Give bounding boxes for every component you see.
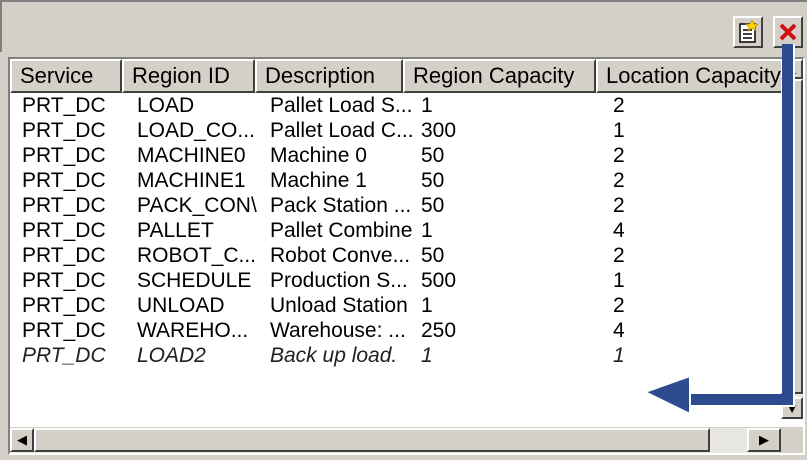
table-cell: 250 — [421, 319, 457, 342]
table-cell: PRT_DC — [22, 294, 106, 317]
new-document-icon — [739, 20, 759, 43]
table-cell: 500 — [421, 269, 457, 292]
column-header-region-capacity[interactable]: Region Capacity — [403, 59, 596, 93]
table-cell: MACHINE0 — [137, 144, 246, 167]
table-cell: Pallet Combine — [270, 219, 413, 242]
table-row[interactable]: PRT_DC PALLET Pallet Combine 1 4 — [10, 218, 790, 243]
table-cell: Robot Conve... — [270, 244, 411, 267]
table-cell: Back up load. — [270, 344, 398, 367]
table-cell: PRT_DC — [22, 344, 106, 367]
table-row[interactable]: PRT_DC ROBOT_C... Robot Conve... 50 2 — [10, 243, 790, 268]
table-cell: Machine 1 — [270, 169, 367, 192]
table-cell: 1 — [421, 219, 433, 242]
table-cell: Pallet Load S... — [270, 94, 413, 117]
table-cell: Unload Station — [270, 294, 408, 317]
scroll-up-button[interactable]: ▲ — [781, 59, 803, 79]
table-row[interactable]: PRT_DC LOAD Pallet Load S... 1 2 — [10, 93, 790, 118]
toolbar — [0, 0, 807, 52]
table-cell: PRT_DC — [22, 169, 106, 192]
table-cell: 4 — [613, 319, 625, 342]
table-cell: 1 — [613, 269, 625, 292]
table-row[interactable]: PRT_DC UNLOAD Unload Station 1 2 — [10, 293, 790, 318]
column-header-location-capacity[interactable]: Location Capacity — [596, 59, 803, 93]
column-header-service[interactable]: Service — [10, 59, 122, 93]
table-row[interactable]: PRT_DC WAREHO... Warehouse: ... 250 4 — [10, 318, 790, 343]
column-header-region-id[interactable]: Region ID — [122, 59, 255, 93]
scroll-right-arrow-icon: ▶ — [759, 432, 769, 447]
table-cell: Production S... — [270, 269, 408, 292]
scroll-left-button[interactable]: ◀ — [10, 428, 34, 452]
table-cell: ROBOT_C... — [137, 244, 257, 267]
table-cell: Warehouse: ... — [270, 319, 406, 342]
table-row[interactable]: PRT_DC PACK_CON\ Pack Station ... 50 2 — [10, 193, 790, 218]
table-cell: Pallet Load C... — [270, 119, 414, 142]
scroll-down-button[interactable]: ▼ — [781, 397, 803, 419]
table-cell: PRT_DC — [22, 94, 106, 117]
table-cell: 50 — [421, 144, 445, 167]
delete-x-icon — [779, 23, 797, 41]
table-cell: MACHINE1 — [137, 169, 246, 192]
table-header: Service Region ID Description Region Cap… — [10, 59, 803, 93]
table-cell: 1 — [613, 344, 625, 367]
table-cell: 2 — [613, 169, 625, 192]
table-cell: 50 — [421, 244, 445, 267]
table-cell: 2 — [613, 94, 625, 117]
table-row[interactable]: PRT_DC MACHINE0 Machine 0 50 2 — [10, 143, 790, 168]
table-cell: LOAD_CO... — [137, 119, 255, 142]
pending-table-row[interactable]: PRT_DC LOAD2 Back up load. 1 1 — [10, 343, 790, 368]
table-cell: 50 — [421, 194, 445, 217]
table-cell: 1 — [421, 344, 433, 367]
table-row[interactable]: PRT_DC LOAD_CO... Pallet Load C... 300 1 — [10, 118, 790, 143]
table-row[interactable]: PRT_DC MACHINE1 Machine 1 50 2 — [10, 168, 790, 193]
table-cell: PRT_DC — [22, 269, 106, 292]
table-cell: PRT_DC — [22, 219, 106, 242]
table-cell: PALLET — [137, 219, 214, 242]
horizontal-scroll-thumb[interactable] — [34, 428, 710, 452]
scroll-right-button[interactable]: ▶ — [747, 428, 781, 452]
table-cell: 1 — [613, 119, 625, 142]
table-cell: PRT_DC — [22, 244, 106, 267]
table-cell: 1 — [421, 94, 433, 117]
horizontal-scrollbar[interactable]: ◀ ▶ — [10, 427, 781, 453]
table-cell: 1 — [421, 294, 433, 317]
scroll-up-arrow-icon: ▲ — [785, 61, 799, 77]
table-cell: 300 — [421, 119, 457, 142]
region-list-panel: Service Region ID Description Region Cap… — [0, 0, 807, 460]
table-cell: Machine 0 — [270, 144, 367, 167]
scroll-down-arrow-icon: ▼ — [785, 400, 799, 416]
table-cell: 4 — [613, 219, 625, 242]
vertical-scroll-thumb[interactable] — [781, 79, 803, 394]
table-cell: PRT_DC — [22, 144, 106, 167]
table-cell: UNLOAD — [137, 294, 225, 317]
table-cell: WAREHO... — [137, 319, 249, 342]
table-cell: 50 — [421, 169, 445, 192]
table-cell: 2 — [613, 244, 625, 267]
table-cell: PACK_CON\ — [137, 194, 257, 217]
table-cell: LOAD2 — [137, 344, 206, 367]
column-header-description[interactable]: Description — [255, 59, 403, 93]
table-cell: SCHEDULE — [137, 269, 252, 292]
region-table[interactable]: Service Region ID Description Region Cap… — [8, 57, 805, 455]
table-row[interactable]: PRT_DC SCHEDULE Production S... 500 1 — [10, 268, 790, 293]
new-record-button[interactable] — [733, 16, 763, 48]
table-cell: Pack Station ... — [270, 194, 412, 217]
table-body: PRT_DC LOAD Pallet Load S... 1 2 PRT_DC LOAD_C… — [10, 93, 790, 368]
table-cell: 2 — [613, 194, 625, 217]
scrollbar-corner — [781, 427, 803, 453]
table-cell: LOAD — [137, 94, 195, 117]
table-cell: PRT_DC — [22, 319, 106, 342]
scroll-left-arrow-icon: ◀ — [17, 432, 27, 447]
delete-record-button[interactable] — [773, 16, 803, 48]
table-cell: PRT_DC — [22, 194, 106, 217]
table-cell: PRT_DC — [22, 119, 106, 142]
vertical-scrollbar[interactable]: ▲ ▼ — [781, 59, 803, 419]
table-cell: 2 — [613, 144, 625, 167]
table-cell: 2 — [613, 294, 625, 317]
